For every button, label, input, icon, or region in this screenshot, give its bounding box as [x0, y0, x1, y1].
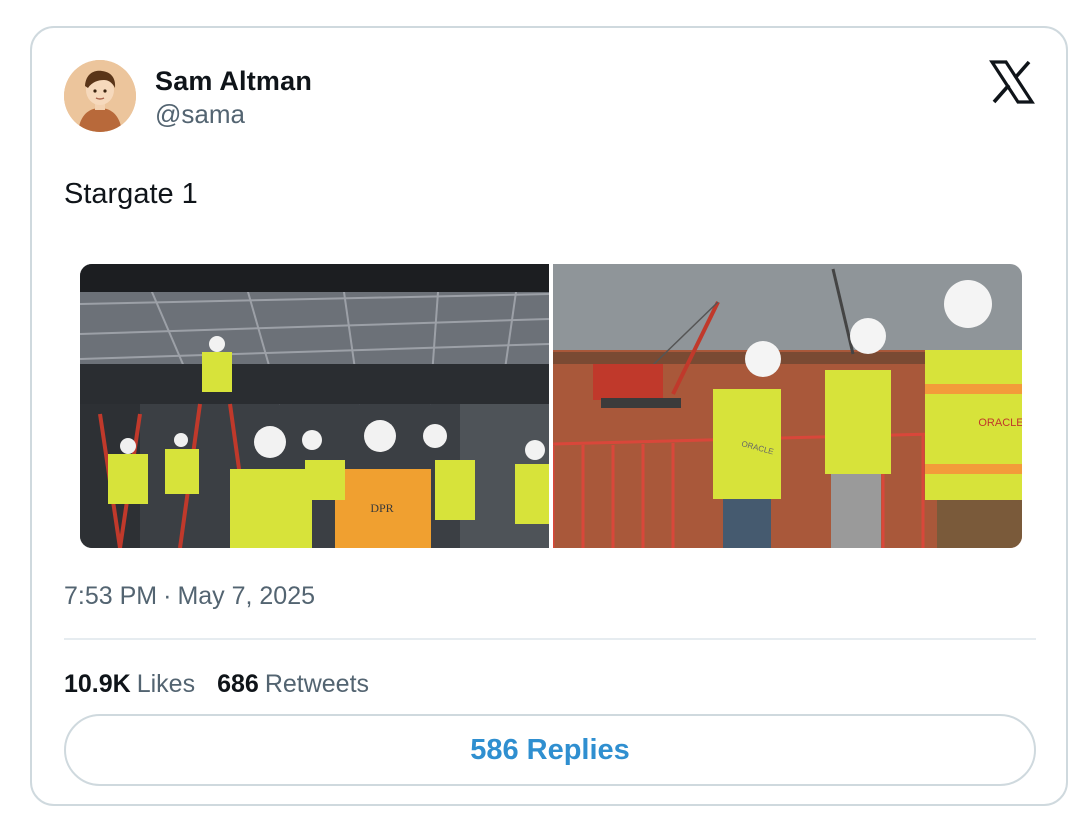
- replies-button[interactable]: 586 Replies: [64, 714, 1036, 786]
- tweet-card: Sam Altman @sama Stargate 1 DPR ORACLE O…: [30, 26, 1068, 806]
- retweets-stat[interactable]: 686 Retweets: [217, 670, 369, 699]
- photo-construction-site[interactable]: ORACLE ORACLE: [553, 264, 1022, 548]
- tweet-time: 7:53 PM: [64, 582, 158, 610]
- likes-label: Likes: [136, 670, 196, 698]
- retweets-label: Retweets: [264, 670, 370, 698]
- retweets-count: 686: [217, 670, 259, 698]
- tweet-date: May 7, 2025: [177, 582, 316, 610]
- replies-label: 586 Replies: [470, 733, 630, 766]
- engagement-stats: 10.9K Likes 686 Retweets: [64, 670, 369, 699]
- author-name[interactable]: Sam Altman: [155, 66, 312, 97]
- likes-stat[interactable]: 10.9K Likes: [64, 670, 195, 699]
- tweet-text: Stargate 1: [64, 178, 198, 210]
- media-gallery: DPR ORACLE ORACLE: [80, 264, 1022, 548]
- vest-text-dpr: DPR: [370, 501, 393, 515]
- tweet-timestamp[interactable]: 7:53 PM · May 7, 2025: [64, 582, 315, 611]
- timestamp-separator: ·: [163, 582, 172, 610]
- author-handle[interactable]: @sama: [155, 99, 245, 130]
- divider: [64, 638, 1036, 640]
- photo-datacenter[interactable]: DPR: [80, 264, 549, 548]
- x-logo-icon[interactable]: [988, 58, 1036, 106]
- avatar[interactable]: [64, 60, 136, 132]
- likes-count: 10.9K: [64, 670, 131, 698]
- vest-text-oracle: ORACLE: [978, 417, 1022, 429]
